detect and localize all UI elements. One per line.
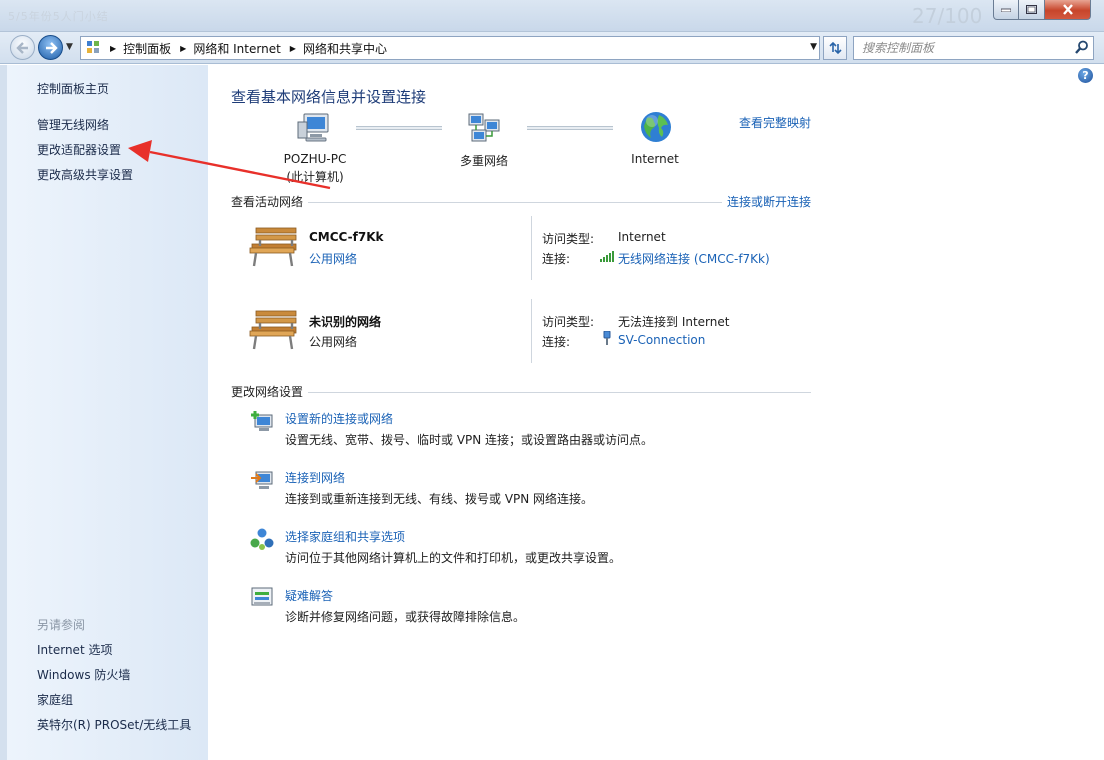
- map-node-multiple-networks[interactable]: 多重网络: [449, 152, 519, 169]
- arrow-right-icon: [45, 41, 58, 54]
- breadcrumb-network-sharing-center[interactable]: 网络和共享中心: [303, 40, 387, 57]
- window-title: 5/5年份5人门小结: [8, 10, 109, 23]
- title-bar: 5/5年份5人门小结 27/100: [0, 0, 1104, 32]
- vertical-divider: [531, 299, 532, 363]
- breadcrumb-label: 网络和共享中心: [302, 41, 387, 56]
- task-description: 连接到或重新连接到无线、有线、拨号或 VPN 网络连接。: [285, 492, 594, 506]
- close-button[interactable]: [1045, 0, 1091, 20]
- refresh-button[interactable]: [823, 36, 847, 60]
- breadcrumb-control-panel[interactable]: 控制面板 ▶: [123, 40, 193, 57]
- map-connector-line: [527, 126, 613, 130]
- access-type-label: 访问类型:: [542, 315, 595, 329]
- connect-network-icon: [251, 471, 273, 489]
- vertical-divider: [531, 216, 532, 280]
- task-troubleshoot[interactable]: 疑难解答: [285, 587, 333, 604]
- breadcrumb-label: 网络和 Internet: [193, 41, 281, 56]
- search-box: [853, 36, 1094, 60]
- network-name: CMCC-f7Kk: [309, 230, 384, 244]
- wifi-signal-icon: [600, 251, 614, 262]
- access-type-value: 无法连接到 Internet: [618, 315, 730, 329]
- maximize-icon: [1026, 5, 1037, 14]
- map-node-label: POZHU-PC: [283, 152, 347, 166]
- view-full-map-link[interactable]: 查看完整映射: [739, 114, 811, 131]
- sidebar-change-adapter-settings[interactable]: 更改适配器设置: [37, 141, 121, 158]
- forward-button[interactable]: [38, 35, 63, 60]
- help-icon[interactable]: ?: [1078, 68, 1093, 83]
- breadcrumb-separator[interactable]: ▶: [101, 44, 123, 53]
- sidebar-internet-options[interactable]: Internet 选项: [37, 641, 112, 658]
- public-network-bench-icon: [249, 310, 297, 350]
- active-networks-heading: 查看活动网络: [231, 195, 304, 209]
- navigation-bar: ▼ ▶ 控制面板 ▶ 网络和 Internet ▶ 网络和共享中心 ▼: [0, 32, 1104, 64]
- recent-pages-dropdown[interactable]: ▼: [66, 42, 73, 52]
- homegroup-icon: [250, 528, 274, 550]
- new-connection-icon: [251, 411, 273, 431]
- chevron-right-icon[interactable]: ▶: [290, 44, 296, 53]
- refresh-icon: [829, 41, 842, 55]
- sidebar-change-advanced-sharing[interactable]: 更改高级共享设置: [37, 166, 133, 183]
- sidebar-control-panel-home[interactable]: 控制面板主页: [37, 80, 109, 97]
- see-also-heading: 另请参阅: [37, 618, 86, 632]
- connections-label: 连接:: [542, 335, 571, 349]
- section-divider: [308, 392, 811, 393]
- chevron-right-icon[interactable]: ▶: [180, 44, 186, 53]
- maximize-button[interactable]: [1019, 0, 1045, 20]
- map-node-internet[interactable]: Internet: [620, 152, 690, 166]
- wireless-connection-link[interactable]: 无线网络连接 (CMCC-f7Kk): [618, 250, 770, 267]
- page-title: 查看基本网络信息并设置连接: [231, 88, 427, 106]
- connections-label: 连接:: [542, 252, 571, 266]
- close-icon: [1062, 4, 1073, 15]
- troubleshoot-icon: [251, 587, 273, 606]
- multiple-networks-icon: [468, 113, 500, 142]
- breadcrumb-label: 控制面板: [123, 41, 172, 56]
- left-sidebar: 控制面板主页 管理无线网络 更改适配器设置 更改高级共享设置 另请参阅 Inte…: [0, 65, 208, 760]
- access-type-value: Internet: [618, 230, 666, 244]
- network-name: 未识别的网络: [309, 315, 382, 329]
- network-type-link[interactable]: 公用网络: [309, 250, 357, 267]
- sidebar-homegroup[interactable]: 家庭组: [37, 691, 73, 708]
- network-type: 公用网络: [309, 335, 358, 349]
- task-description: 设置无线、宽带、拨号、临时或 VPN 连接；或设置路由器或访问点。: [285, 433, 654, 447]
- search-input[interactable]: [854, 37, 1066, 59]
- minimize-button[interactable]: [993, 0, 1019, 20]
- task-homegroup-sharing[interactable]: 选择家庭组和共享选项: [285, 528, 405, 545]
- map-node-sublabel: (此计算机): [286, 170, 344, 184]
- task-connect-to-network[interactable]: 连接到网络: [285, 469, 345, 486]
- address-dropdown-button[interactable]: ▼: [810, 42, 817, 52]
- breadcrumb-network-internet[interactable]: 网络和 Internet ▶: [193, 40, 303, 57]
- map-node-this-pc[interactable]: POZHU-PC (此计算机): [270, 152, 360, 185]
- window-title-number: 27/100: [912, 4, 983, 28]
- window-controls: [993, 0, 1091, 20]
- minimize-icon: [1001, 8, 1011, 12]
- public-network-bench-icon: [249, 227, 297, 267]
- task-setup-new-connection[interactable]: 设置新的连接或网络: [285, 410, 393, 427]
- sidebar-manage-wireless-networks[interactable]: 管理无线网络: [37, 116, 109, 133]
- task-description: 诊断并修复网络问题，或获得故障排除信息。: [285, 610, 526, 624]
- access-type-label: 访问类型:: [542, 232, 595, 246]
- connect-disconnect-link[interactable]: 连接或断开连接: [727, 193, 811, 210]
- usb-plug-icon: [603, 331, 611, 345]
- map-connector-line: [356, 126, 442, 130]
- back-button[interactable]: [10, 35, 35, 60]
- globe-icon: [641, 112, 671, 142]
- sidebar-intel-proset-wireless-tools[interactable]: 英特尔(R) PROSet/无线工具: [37, 716, 191, 733]
- task-description: 访问位于其他网络计算机上的文件和打印机，或更改共享设置。: [285, 551, 622, 565]
- section-divider: [308, 202, 722, 203]
- address-bar[interactable]: ▶ 控制面板 ▶ 网络和 Internet ▶ 网络和共享中心 ▼: [80, 36, 820, 60]
- arrow-left-icon: [15, 41, 28, 54]
- computer-icon: [297, 113, 329, 142]
- sidebar-windows-firewall[interactable]: Windows 防火墙: [37, 666, 130, 683]
- search-icon[interactable]: [1075, 40, 1089, 55]
- control-panel-icon: [87, 41, 99, 53]
- change-settings-heading: 更改网络设置: [231, 385, 304, 399]
- sv-connection-link[interactable]: SV-Connection: [618, 333, 705, 347]
